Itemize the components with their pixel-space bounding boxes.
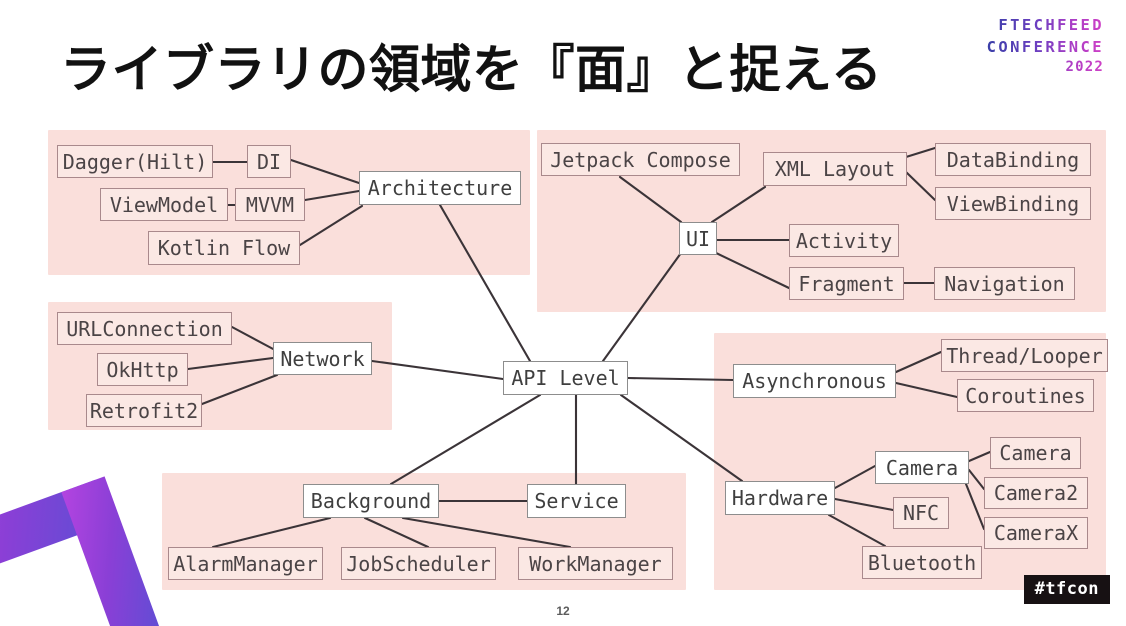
node-camerax: CameraX (984, 517, 1088, 549)
node-alarmmanager: AlarmManager (168, 547, 323, 580)
node-apilevel: API Level (503, 361, 628, 395)
mindmap-diagram: Dagger(Hilt) DI Architecture ViewModel MVVM K… (0, 0, 1126, 626)
node-retrofit2: Retrofit2 (86, 394, 202, 427)
node-okhttp: OkHttp (97, 353, 188, 386)
node-navigation: Navigation (934, 267, 1075, 300)
node-xmllayout: XML Layout (763, 152, 907, 186)
node-jobscheduler: JobScheduler (341, 547, 496, 580)
node-threadlooper: Thread/Looper (941, 339, 1108, 372)
edge-di-to-architecture (289, 158, 361, 185)
node-dagger: Dagger(Hilt) (57, 145, 213, 178)
edge-background-to-jobscheduler (363, 516, 430, 549)
node-camera2: Camera2 (984, 477, 1088, 509)
node-asynchronous: Asynchronous (733, 364, 896, 398)
node-service: Service (527, 484, 626, 518)
node-coroutines: Coroutines (957, 379, 1094, 412)
node-fragment: Fragment (789, 267, 904, 300)
edge-apilevel-to-asynchronous (626, 376, 735, 382)
edge-background-to-alarmmanager (211, 516, 332, 549)
node-viewmodel: ViewModel (100, 188, 228, 221)
edge-network-to-apilevel (370, 359, 505, 381)
edge-xmllayout-to-databinding (904, 146, 937, 159)
edge-architecture-to-apilevel (438, 203, 532, 363)
edge-camera-to-camerax (964, 482, 986, 531)
node-viewbinding: ViewBinding (935, 187, 1091, 220)
edge-camera-to-camera1 (967, 450, 992, 463)
edge-hardware-to-camera (833, 464, 877, 490)
page-number: 12 (556, 604, 570, 618)
slide-canvas: FTECHFEED CONFERENCE 2022 ライブラリの領域を『面』と捉… (0, 0, 1126, 626)
node-activity: Activity (789, 224, 899, 257)
node-nfc: NFC (893, 497, 949, 529)
edge-uihub-to-apilevel (601, 251, 683, 363)
node-camera: Camera (875, 451, 969, 484)
edge-retrofit2-to-network (200, 373, 279, 406)
node-di: DI (247, 145, 291, 178)
node-jetpack: Jetpack Compose (541, 143, 740, 176)
edge-urlconnection-to-network (230, 325, 277, 352)
edge-uihub-to-xmllayout (710, 185, 767, 224)
edge-asynchronous-to-threadlooper (894, 350, 943, 374)
edge-background-to-workmanager (401, 516, 572, 549)
node-workmanager: WorkManager (518, 547, 673, 580)
node-mvvm: MVVM (235, 188, 305, 221)
edge-uihub-to-fragment (712, 250, 791, 290)
edge-mvvm-to-architecture (303, 189, 361, 202)
edge-hardware-to-nfc (833, 497, 895, 512)
edge-okhttp-to-network (186, 356, 275, 371)
edge-xmllayout-to-viewbinding (904, 170, 937, 202)
edge-apilevel-to-background (389, 393, 542, 486)
node-urlconnection: URLConnection (57, 312, 232, 345)
node-architecture: Architecture (359, 171, 521, 205)
edge-kotlinflow-to-architecture (298, 204, 364, 247)
edge-jetpack-to-uihub (618, 175, 683, 224)
node-bluetooth: Bluetooth (862, 546, 982, 579)
edge-apilevel-to-hardware (619, 393, 744, 483)
node-uihub: UI (679, 222, 717, 255)
edge-camera-to-camera2 (967, 468, 986, 491)
node-background: Background (303, 484, 439, 518)
edge-asynchronous-to-coroutines (894, 381, 959, 399)
hashtag-badge: #tfcon (1023, 575, 1110, 604)
node-camera1: Camera (990, 437, 1081, 469)
node-databinding: DataBinding (935, 143, 1091, 176)
edge-hardware-to-bluetooth (827, 513, 887, 548)
node-network: Network (273, 342, 372, 375)
node-kotlinflow: Kotlin Flow (148, 231, 300, 265)
node-hardware: Hardware (725, 481, 835, 515)
